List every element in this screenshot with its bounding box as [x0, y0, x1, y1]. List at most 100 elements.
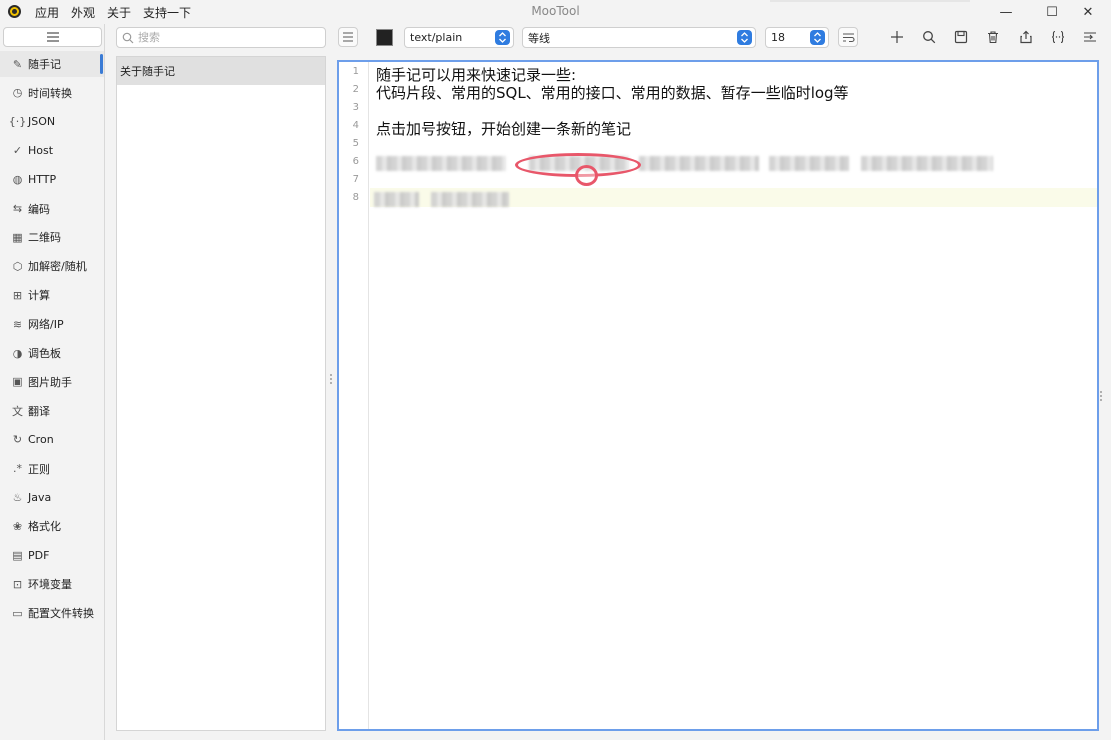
- sidebar-item-label: 加解密/随机: [28, 260, 87, 274]
- menu-about[interactable]: 关于: [107, 4, 131, 21]
- sidebar-item[interactable]: ✎ 随手记: [0, 51, 104, 77]
- line-number-gutter: 1 2 3 4 5 6 7 8: [339, 62, 369, 729]
- syntax-select[interactable]: text/plain: [404, 27, 514, 48]
- line-number: 8: [352, 192, 359, 203]
- close-button[interactable]: ✕: [1065, 0, 1111, 24]
- sidebar-item-label: 时间转换: [28, 86, 72, 100]
- sidebar-item-label: 配置文件转换: [28, 607, 94, 621]
- sidebar-item[interactable]: ⬡ 加解密/随机: [0, 253, 104, 279]
- title-bar: 应用 外观 关于 支持一下 MooTool — ☐ ✕: [0, 0, 1111, 24]
- yml-icon: ▭: [12, 606, 23, 620]
- menu-support[interactable]: 支持一下: [143, 4, 191, 21]
- redacted-text: [376, 156, 506, 171]
- pdf-icon: ▤: [12, 548, 23, 562]
- sidebar-item[interactable]: ❀ 格式化: [0, 513, 104, 539]
- calculator-icon: ⊞: [12, 288, 23, 302]
- redacted-text: [374, 192, 419, 207]
- line-number: 2: [352, 84, 359, 95]
- sidebar-item[interactable]: ♨ Java: [0, 485, 104, 511]
- regex-icon: .*: [13, 462, 22, 476]
- refresh-icon: ↻: [12, 433, 23, 447]
- font-size-select[interactable]: 18: [765, 27, 829, 48]
- editor-line: 代码片段、常用的SQL、常用的接口、常用的数据、暂存一些临时log等: [376, 84, 849, 102]
- line-number: 4: [352, 120, 359, 131]
- sidebar-item-label: Host: [28, 144, 54, 158]
- save-button[interactable]: [951, 27, 971, 47]
- add-note-button[interactable]: [887, 27, 907, 47]
- trash-icon: [988, 31, 998, 44]
- sidebar-item[interactable]: ▣ 图片助手: [0, 369, 104, 395]
- align-icon: [1084, 32, 1096, 42]
- menu-appearance[interactable]: 外观: [71, 4, 95, 21]
- menu-lines-icon: [343, 32, 353, 42]
- cube-icon: ⬡: [12, 259, 23, 273]
- env-icon: ⊡: [12, 577, 23, 591]
- search-input[interactable]: [138, 31, 318, 44]
- sidebar-item[interactable]: ◑ 调色板: [0, 340, 104, 366]
- sidebar-item-label: 环境变量: [28, 578, 72, 592]
- sidebar-item[interactable]: ▭ 配置文件转换: [0, 600, 104, 626]
- line-number: 6: [352, 156, 359, 167]
- app-logo-icon: [8, 5, 21, 18]
- text-editor[interactable]: 12345678 随手记可以用来快速记录一些: 代码片段、常用的SQL、常用的接…: [337, 60, 1099, 731]
- sidebar: ✎ 随手记 ◷ 时间转换 {·} JSON ✓ Host ◍ HTTP ⇆ 编码 ▦ 二维码 ⬡ 加解密/随机…: [0, 24, 105, 740]
- find-button[interactable]: [919, 27, 939, 47]
- font-value: 等线: [528, 31, 550, 45]
- clock-icon: ◷: [12, 86, 23, 100]
- sidebar-item[interactable]: ◍ HTTP: [0, 167, 104, 193]
- sidebar-item-label: 图片助手: [28, 375, 72, 389]
- wrap-icon: [842, 32, 855, 42]
- right-splitter-handle[interactable]: [1100, 390, 1102, 402]
- braces-icon: {·}: [8, 115, 27, 129]
- sidebar-item-label: JSON: [28, 115, 56, 129]
- share-icon: [1020, 30, 1032, 44]
- list-toggle-button[interactable]: [338, 27, 358, 47]
- sidebar-item[interactable]: ▤ PDF: [0, 542, 104, 568]
- sidebar-item[interactable]: .* 正则: [0, 456, 104, 482]
- delete-button[interactable]: [983, 27, 1003, 47]
- list-splitter-handle[interactable]: [330, 373, 332, 385]
- sidebar-item-label: 网络/IP: [28, 318, 64, 332]
- globe-icon: ◍: [12, 173, 23, 187]
- sidebar-item[interactable]: {·} JSON: [0, 109, 104, 135]
- sidebar-item-label: 编码: [28, 202, 50, 216]
- sidebar-item[interactable]: 文翻译: [0, 398, 104, 424]
- sidebar-item[interactable]: ≋ 网络/IP: [0, 311, 104, 337]
- sidebar-toggle-button[interactable]: [3, 27, 102, 47]
- line-number: 3: [352, 102, 359, 113]
- swap-icon: ⇆: [12, 202, 23, 215]
- line-number: 1: [352, 66, 359, 77]
- sidebar-item[interactable]: ▦ 二维码: [0, 224, 104, 250]
- plus-icon: [891, 31, 903, 43]
- text-color-swatch[interactable]: [376, 29, 393, 46]
- search-icon: [923, 31, 936, 44]
- click-marker: [575, 165, 598, 186]
- image-icon: ▣: [12, 375, 23, 389]
- syntax-value: text/plain: [410, 31, 463, 44]
- sidebar-item[interactable]: ↻ Cron: [0, 427, 104, 453]
- sidebar-item[interactable]: ⊡ 环境变量: [0, 571, 104, 597]
- sidebar-item[interactable]: ⊞ 计算: [0, 282, 104, 308]
- sidebar-item[interactable]: ✓ Host: [0, 138, 104, 164]
- sidebar-item-label: 正则: [28, 462, 50, 476]
- sidebar-item[interactable]: ◷ 时间转换: [0, 80, 104, 106]
- word-wrap-button[interactable]: [838, 27, 858, 47]
- sidebar-item-label: Java: [28, 491, 52, 504]
- sidebar-item-label: 随手记: [28, 58, 61, 71]
- check-icon: ✓: [12, 144, 23, 158]
- list-item[interactable]: 关于随手记: [117, 57, 325, 85]
- java-icon: ♨: [12, 491, 23, 504]
- search-box[interactable]: [116, 27, 326, 48]
- format-json-button[interactable]: [1048, 27, 1068, 47]
- qrcode-icon: ▦: [12, 230, 23, 244]
- menu-app[interactable]: 应用: [35, 4, 59, 21]
- sidebar-item[interactable]: ⇆ 编码: [0, 196, 104, 222]
- sidebar-item-label: 调色板: [28, 347, 61, 360]
- palette-icon: ◑: [12, 346, 23, 360]
- search-icon: [122, 32, 134, 43]
- minimize-button[interactable]: —: [983, 0, 1029, 24]
- export-button[interactable]: [1016, 27, 1036, 47]
- line-number: 7: [352, 174, 359, 185]
- toggle-wrap-button[interactable]: [1080, 27, 1100, 47]
- font-select[interactable]: 等线: [522, 27, 756, 48]
